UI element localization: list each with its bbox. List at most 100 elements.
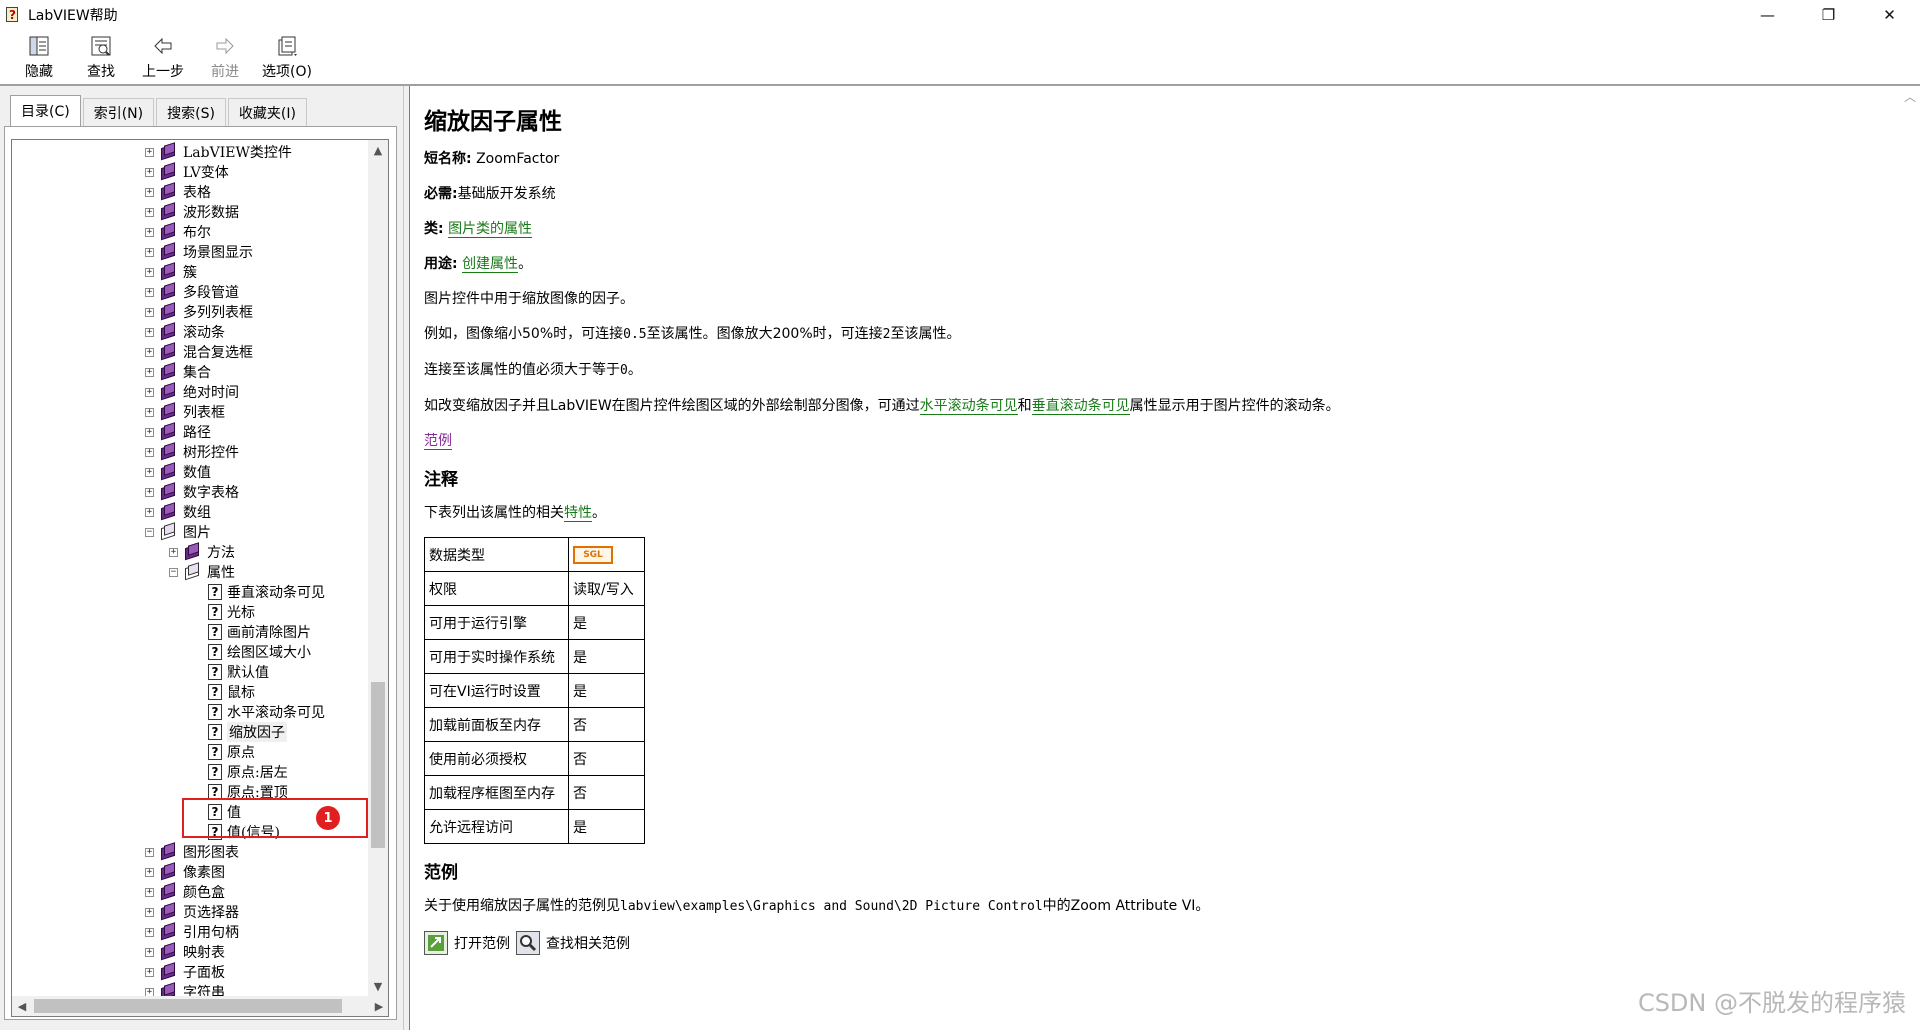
expand-icon[interactable]: + bbox=[145, 847, 154, 857]
expand-icon[interactable]: + bbox=[145, 247, 154, 257]
tree-item[interactable]: + LV变体 bbox=[12, 162, 369, 182]
tree-item[interactable]: ? 原点 bbox=[12, 742, 369, 762]
characteristics-link[interactable]: 特性 bbox=[564, 505, 592, 522]
open-example-button[interactable]: 打开范例 bbox=[424, 931, 510, 955]
expand-icon[interactable]: + bbox=[145, 487, 154, 497]
expand-icon[interactable]: + bbox=[145, 347, 154, 357]
tree-item[interactable]: − 属性 bbox=[12, 562, 369, 582]
tree-item[interactable]: − 图片 bbox=[12, 522, 369, 542]
tree-item[interactable]: + 场景图显示 bbox=[12, 242, 369, 262]
content-vertical-scrollbar[interactable]: ︿ bbox=[1900, 86, 1920, 1030]
tree-item[interactable]: + 集合 bbox=[12, 362, 369, 382]
restore-button[interactable]: ❐ bbox=[1798, 0, 1859, 29]
horizontal-scroll-thumb[interactable] bbox=[34, 999, 342, 1013]
tree-item[interactable]: + 像素图 bbox=[12, 862, 369, 882]
tree-item[interactable]: + 簇 bbox=[12, 262, 369, 282]
expand-icon[interactable]: + bbox=[145, 947, 154, 957]
tree-item[interactable]: ? 缩放因子 bbox=[12, 722, 369, 742]
tree-item[interactable]: + 页选择器 bbox=[12, 902, 369, 922]
scroll-up-icon[interactable]: ▲ bbox=[368, 140, 388, 160]
tree-item[interactable]: + 引用句柄 bbox=[12, 922, 369, 942]
tree-item[interactable]: ? 鼠标 bbox=[12, 682, 369, 702]
tree-item[interactable]: + 波形数据 bbox=[12, 202, 369, 222]
tree-item[interactable]: + LabVIEW类控件 bbox=[12, 142, 369, 162]
examples-link[interactable]: 范例 bbox=[424, 433, 452, 450]
tab-search[interactable]: 搜索(S) bbox=[156, 98, 226, 126]
back-button[interactable]: 上一步 bbox=[132, 29, 194, 84]
expand-icon[interactable]: + bbox=[145, 147, 154, 157]
expand-icon[interactable]: + bbox=[145, 927, 154, 937]
tree-item[interactable]: ? 绘图区域大小 bbox=[12, 642, 369, 662]
expand-icon[interactable]: + bbox=[145, 447, 154, 457]
tree-item[interactable]: + 滚动条 bbox=[12, 322, 369, 342]
tree-item[interactable]: + 方法 bbox=[12, 542, 369, 562]
expand-icon[interactable]: + bbox=[145, 167, 154, 177]
expand-icon[interactable]: + bbox=[145, 907, 154, 917]
tree-item[interactable]: + 图形图表 bbox=[12, 842, 369, 862]
tree-item[interactable]: + 绝对时间 bbox=[12, 382, 369, 402]
expand-icon[interactable]: + bbox=[145, 267, 154, 277]
scroll-thumb[interactable] bbox=[371, 682, 385, 848]
expand-icon[interactable]: + bbox=[145, 307, 154, 317]
forward-button[interactable]: 前进 bbox=[194, 29, 256, 84]
expand-icon[interactable]: + bbox=[145, 967, 154, 977]
tree-item[interactable]: + 布尔 bbox=[12, 222, 369, 242]
expand-icon[interactable]: + bbox=[145, 367, 154, 377]
expand-icon[interactable]: + bbox=[145, 867, 154, 877]
expand-icon[interactable]: + bbox=[145, 327, 154, 337]
tab-contents[interactable]: 目录(C) bbox=[10, 95, 81, 126]
tree-item[interactable]: + 树形控件 bbox=[12, 442, 369, 462]
tree-item[interactable]: + 数字表格 bbox=[12, 482, 369, 502]
tree-item[interactable]: ? 画前清除图片 bbox=[12, 622, 369, 642]
scroll-right-icon[interactable]: ▶ bbox=[369, 996, 388, 1016]
minimize-button[interactable]: — bbox=[1737, 0, 1798, 29]
expand-icon[interactable]: + bbox=[145, 187, 154, 197]
tree-item[interactable]: ? 光标 bbox=[12, 602, 369, 622]
expand-icon[interactable]: + bbox=[145, 387, 154, 397]
expand-icon[interactable]: + bbox=[145, 287, 154, 297]
tab-index[interactable]: 索引(N) bbox=[82, 98, 155, 126]
usage-link[interactable]: 创建属性 bbox=[462, 256, 519, 273]
options-button[interactable]: 选项(O) bbox=[256, 29, 318, 84]
expand-icon[interactable]: + bbox=[145, 207, 154, 217]
tree-item[interactable]: + 数值 bbox=[12, 462, 369, 482]
expand-icon[interactable]: + bbox=[145, 407, 154, 417]
class-link[interactable]: 图片类的属性 bbox=[448, 221, 533, 238]
tree-item[interactable]: + 子面板 bbox=[12, 962, 369, 982]
tab-favorites[interactable]: 收藏夹(I) bbox=[227, 98, 307, 126]
expand-icon[interactable]: + bbox=[145, 507, 154, 517]
tree-item[interactable]: + 混合复选框 bbox=[12, 342, 369, 362]
tree-item[interactable]: + 数组 bbox=[12, 502, 369, 522]
tree-item[interactable]: + 多列列表框 bbox=[12, 302, 369, 322]
expand-icon[interactable]: + bbox=[169, 547, 178, 557]
tree-item[interactable]: + 列表框 bbox=[12, 402, 369, 422]
collapse-icon[interactable]: − bbox=[145, 527, 154, 537]
close-button[interactable]: ✕ bbox=[1859, 0, 1920, 29]
tree-item[interactable]: ? 水平滚动条可见 bbox=[12, 702, 369, 722]
tree-item[interactable]: ? 默认值 bbox=[12, 662, 369, 682]
expand-icon[interactable]: + bbox=[145, 227, 154, 237]
content-scroll-up-icon[interactable]: ︿ bbox=[1900, 86, 1920, 106]
expand-icon[interactable]: + bbox=[145, 987, 154, 996]
expand-icon[interactable]: + bbox=[145, 467, 154, 477]
tree-item[interactable]: + 路径 bbox=[12, 422, 369, 442]
tree-vertical-scrollbar[interactable]: ▲ ▼ bbox=[368, 140, 388, 996]
scroll-left-icon[interactable]: ◀ bbox=[12, 996, 32, 1016]
tree-item[interactable]: ? 原点:居左 bbox=[12, 762, 369, 782]
tree-horizontal-scrollbar[interactable]: ◀ ▶ bbox=[12, 996, 388, 1016]
vertical-scrollbar-visible-link[interactable]: 垂直滚动条可见 bbox=[1031, 398, 1130, 415]
tree-item[interactable]: + 颜色盒 bbox=[12, 882, 369, 902]
tree-item[interactable]: + 表格 bbox=[12, 182, 369, 202]
tree-item[interactable]: + 多段管道 bbox=[12, 282, 369, 302]
tree-item[interactable]: ? 垂直滚动条可见 bbox=[12, 582, 369, 602]
find-related-examples-button[interactable]: 查找相关范例 bbox=[516, 931, 630, 955]
hide-button[interactable]: 隐藏 bbox=[8, 29, 70, 84]
find-button[interactable]: 查找 bbox=[70, 29, 132, 84]
tree-item[interactable]: + 映射表 bbox=[12, 942, 369, 962]
tree-item[interactable]: + 字符串 bbox=[12, 982, 369, 996]
expand-icon[interactable]: + bbox=[145, 427, 154, 437]
horizontal-scrollbar-visible-link[interactable]: 水平滚动条可见 bbox=[919, 398, 1018, 415]
scroll-down-icon[interactable]: ▼ bbox=[368, 976, 388, 996]
expand-icon[interactable]: + bbox=[145, 887, 154, 897]
collapse-icon[interactable]: − bbox=[169, 567, 178, 577]
